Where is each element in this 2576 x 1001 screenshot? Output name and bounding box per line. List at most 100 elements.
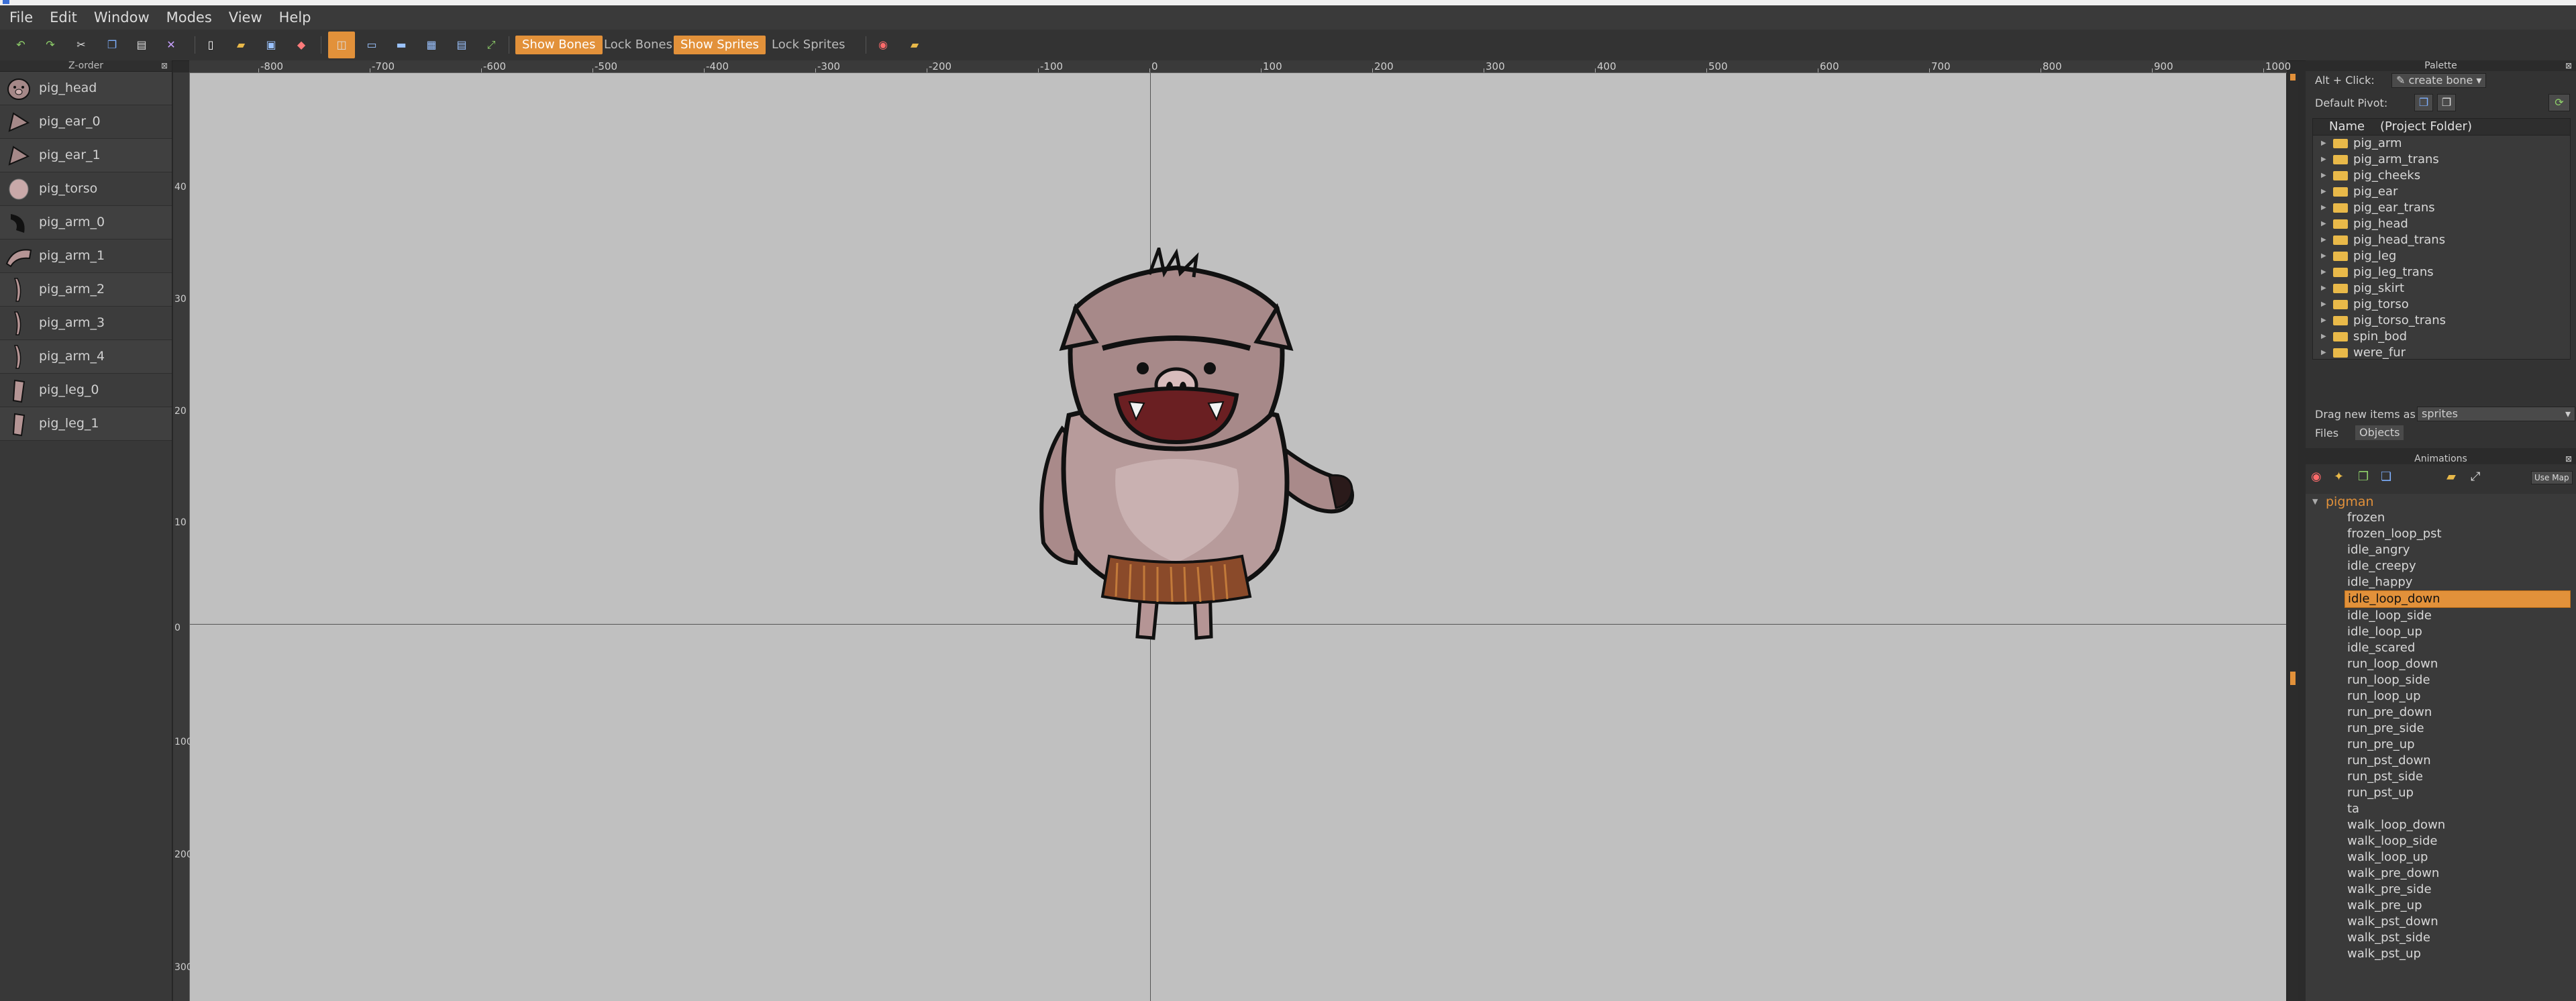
folder-item[interactable]: ▶ pig_torso bbox=[2313, 297, 2570, 313]
frame-icon[interactable]: ▤ bbox=[454, 38, 469, 52]
alt-click-dropdown[interactable]: ✎ create bone ▾ bbox=[2391, 73, 2487, 88]
close-icon[interactable]: ⊠ bbox=[161, 60, 168, 71]
folder-item[interactable]: ▶ pig_leg bbox=[2313, 248, 2570, 264]
animation-item[interactable]: idle_angry bbox=[2306, 542, 2576, 558]
animation-item[interactable]: run_pre_up bbox=[2306, 737, 2576, 753]
menu-help[interactable]: Help bbox=[270, 5, 319, 30]
timeline-marker[interactable] bbox=[2290, 672, 2296, 685]
animation-item[interactable]: idle_loop_side bbox=[2306, 608, 2576, 624]
animation-item[interactable]: run_loop_up bbox=[2306, 688, 2576, 704]
animation-item[interactable]: idle_creepy bbox=[2306, 558, 2576, 574]
zorder-item[interactable]: pig_arm_4 bbox=[0, 340, 172, 374]
animation-item[interactable]: walk_loop_side bbox=[2306, 833, 2576, 849]
select-tool-icon[interactable]: ◫ bbox=[328, 32, 355, 58]
zorder-item[interactable]: pig_torso bbox=[0, 172, 172, 206]
menu-view[interactable]: View bbox=[219, 5, 270, 30]
folder-item[interactable]: ▶ pig_cheeks bbox=[2313, 168, 2570, 184]
new-file-icon[interactable]: ▯ bbox=[203, 38, 218, 52]
canvas-scrollbar[interactable] bbox=[2288, 72, 2298, 1001]
fit-view-icon[interactable]: ⤢ bbox=[484, 38, 499, 52]
folder-item[interactable]: ▶ pig_skirt bbox=[2313, 280, 2570, 297]
undo-icon[interactable]: ↶ bbox=[13, 38, 28, 52]
tree-header[interactable]: Name (Project Folder) bbox=[2313, 119, 2570, 136]
animation-canvas[interactable] bbox=[190, 73, 2286, 1001]
animation-item[interactable]: walk_pre_up bbox=[2306, 898, 2576, 914]
refresh-icon[interactable]: ⟳ bbox=[2548, 94, 2570, 111]
zorder-item[interactable]: pig_arm_1 bbox=[0, 240, 172, 273]
animation-item[interactable]: walk_loop_up bbox=[2306, 849, 2576, 865]
animation-item[interactable]: idle_scared bbox=[2306, 640, 2576, 656]
duplicate-icon[interactable]: ❐ bbox=[2358, 470, 2369, 484]
use-map-button[interactable]: Use Map bbox=[2531, 471, 2573, 484]
folder-icon[interactable]: ▰ bbox=[907, 38, 922, 52]
animation-item[interactable]: run_pst_up bbox=[2306, 785, 2576, 801]
zorder-item[interactable]: pig_ear_0 bbox=[0, 105, 172, 139]
animation-item[interactable]: run_pst_down bbox=[2306, 753, 2576, 769]
menu-edit[interactable]: Edit bbox=[40, 5, 85, 30]
animation-item[interactable]: run_loop_side bbox=[2306, 672, 2576, 688]
animation-item[interactable]: frozen bbox=[2306, 510, 2576, 526]
view-icon-1[interactable]: ▭ bbox=[364, 38, 379, 52]
open-folder-icon[interactable]: ▰ bbox=[234, 38, 248, 52]
animation-item[interactable]: idle_happy bbox=[2306, 574, 2576, 590]
paste-icon[interactable]: ▤ bbox=[134, 38, 149, 52]
animation-item[interactable]: walk_pre_down bbox=[2306, 865, 2576, 882]
zorder-item[interactable]: pig_arm_3 bbox=[0, 307, 172, 340]
clear-icon[interactable]: ✕ bbox=[164, 38, 178, 52]
folder-item[interactable]: ▶ pig_arm bbox=[2313, 136, 2570, 152]
animation-item[interactable]: run_loop_down bbox=[2306, 656, 2576, 672]
menu-window[interactable]: Window bbox=[85, 5, 157, 30]
view-icon-2[interactable]: ▬ bbox=[394, 38, 409, 52]
folder-item[interactable]: ▶ pig_head_trans bbox=[2313, 232, 2570, 248]
redo-icon[interactable]: ↷ bbox=[43, 38, 58, 52]
animation-item[interactable]: walk_loop_down bbox=[2306, 817, 2576, 833]
folder-item[interactable]: ▶ spin_bod bbox=[2313, 329, 2570, 345]
expand-icon[interactable]: ⤢ bbox=[2471, 470, 2480, 484]
folder-item[interactable]: ▶ pig_arm_trans bbox=[2313, 152, 2570, 168]
folder-item[interactable]: ▶ pig_head bbox=[2313, 216, 2570, 232]
tab-objects[interactable]: Objects bbox=[2355, 425, 2404, 440]
drag-mode-dropdown[interactable]: sprites ▾ bbox=[2417, 407, 2575, 421]
menu-file[interactable]: File bbox=[0, 5, 40, 30]
folder-item[interactable]: ▶ were_fur bbox=[2313, 345, 2570, 361]
animation-item[interactable]: run_pre_side bbox=[2306, 721, 2576, 737]
zorder-item[interactable]: pig_arm_0 bbox=[0, 206, 172, 240]
zorder-item[interactable]: pig_leg_1 bbox=[0, 407, 172, 441]
pivot-button-2[interactable]: ❐ bbox=[2437, 94, 2456, 111]
copy-icon[interactable]: ❐ bbox=[105, 38, 119, 52]
folder-item[interactable]: ▶ pig_ear_trans bbox=[2313, 200, 2570, 216]
animation-item[interactable]: idle_loop_up bbox=[2306, 624, 2576, 640]
animation-item[interactable]: walk_pst_down bbox=[2306, 914, 2576, 930]
animation-item[interactable]: walk_pre_side bbox=[2306, 882, 2576, 898]
show-sprites-toggle[interactable]: Show Sprites bbox=[674, 36, 766, 54]
animation-item[interactable]: ta bbox=[2306, 801, 2576, 817]
export-icon[interactable]: ◆ bbox=[294, 38, 309, 52]
lock-sprites-toggle[interactable]: Lock Sprites bbox=[765, 36, 852, 54]
folder-icon[interactable]: ▰ bbox=[2446, 470, 2456, 484]
show-bones-toggle[interactable]: Show Bones bbox=[515, 36, 603, 54]
zorder-item[interactable]: pig_head bbox=[0, 72, 172, 105]
animation-group-pigman[interactable]: ▼ pigman bbox=[2306, 494, 2576, 510]
folder-item[interactable]: ▶ pig_ear bbox=[2313, 184, 2570, 200]
add-animation-icon[interactable]: ✦ bbox=[2334, 470, 2344, 484]
animation-item[interactable]: walk_pst_side bbox=[2306, 930, 2576, 946]
animation-item[interactable]: frozen_loop_pst bbox=[2306, 526, 2576, 542]
lock-bones-toggle[interactable]: Lock Bones bbox=[597, 36, 679, 54]
record-icon[interactable]: ◉ bbox=[2311, 470, 2322, 484]
animation-item[interactable]: walk_pst_up bbox=[2306, 946, 2576, 962]
cut-icon[interactable]: ✂ bbox=[74, 38, 89, 52]
scroll-thumb[interactable] bbox=[2290, 74, 2296, 81]
pivot-button-1[interactable]: ❐ bbox=[2414, 94, 2433, 111]
animation-item[interactable]: run_pst_side bbox=[2306, 769, 2576, 785]
save-icon[interactable]: ▣ bbox=[264, 38, 278, 52]
zorder-item[interactable]: pig_leg_0 bbox=[0, 374, 172, 407]
folder-item[interactable]: ▶ pig_leg_trans bbox=[2313, 264, 2570, 280]
menu-modes[interactable]: Modes bbox=[157, 5, 219, 30]
animation-item[interactable]: run_pre_down bbox=[2306, 704, 2576, 721]
zorder-item[interactable]: pig_arm_2 bbox=[0, 273, 172, 307]
close-icon[interactable]: ⊠ bbox=[2565, 454, 2572, 464]
tab-files[interactable]: Files bbox=[2315, 427, 2338, 439]
grid-icon[interactable]: ▦ bbox=[424, 38, 439, 52]
copy-icon[interactable]: ❏ bbox=[2381, 470, 2391, 484]
zorder-item[interactable]: pig_ear_1 bbox=[0, 139, 172, 172]
